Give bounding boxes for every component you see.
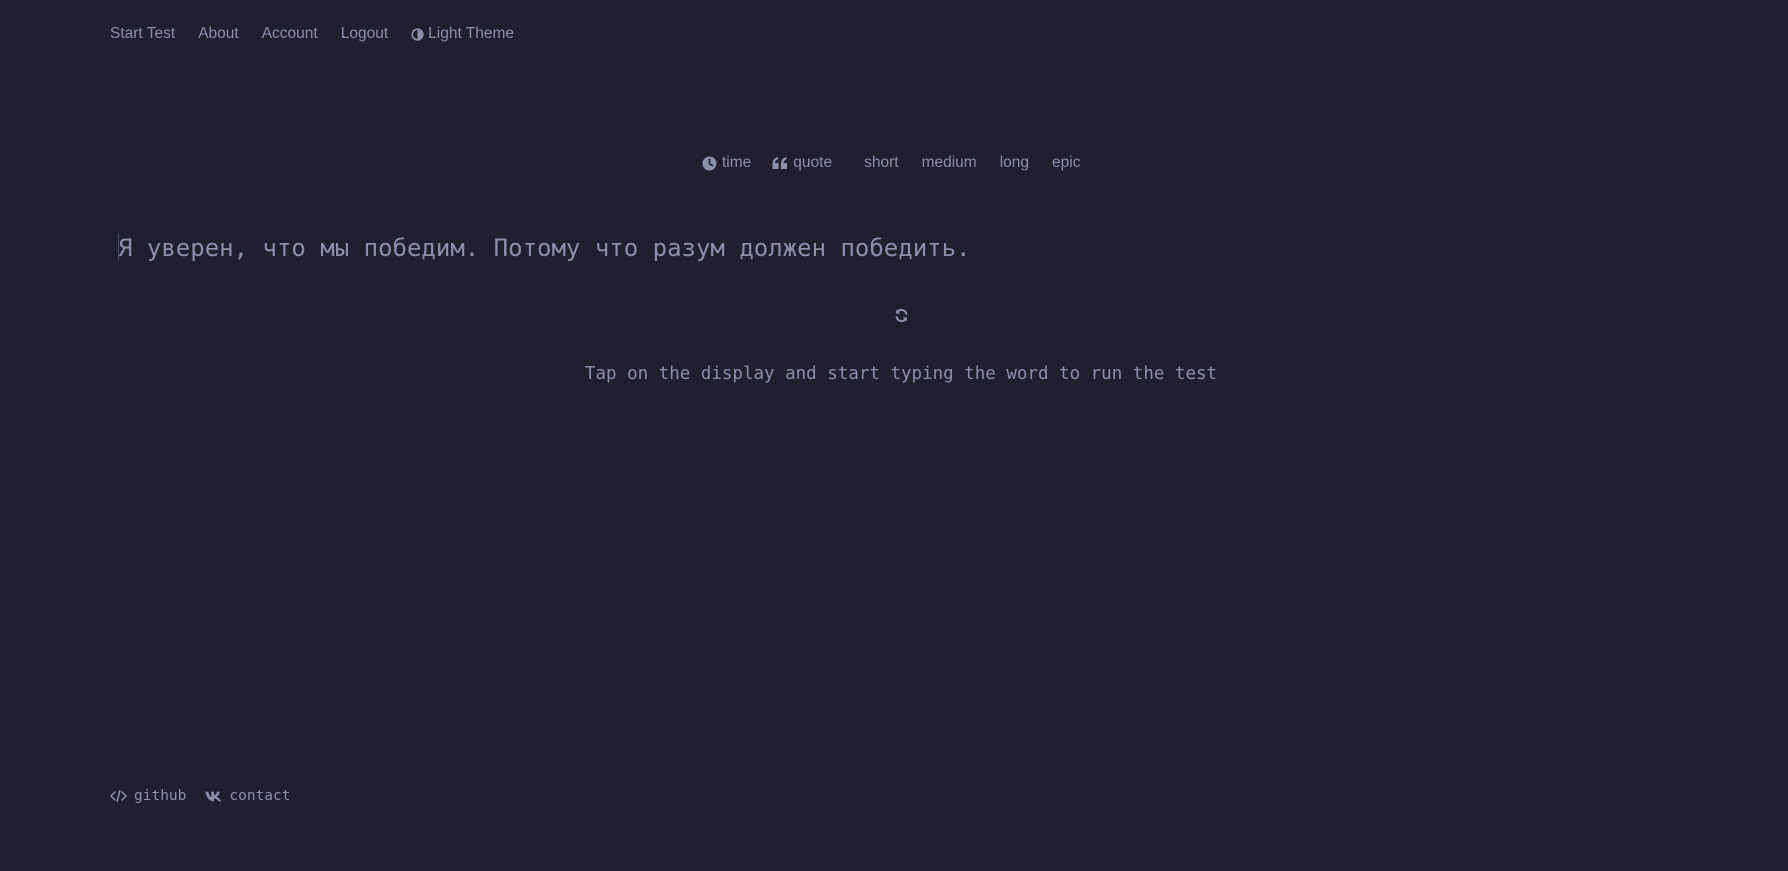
hint-text-row: Tap on the display and start typing the … (0, 364, 1788, 386)
theme-toggle-label: Light Theme (428, 25, 515, 42)
length-long[interactable]: long (1000, 154, 1029, 172)
footer-github-label: github (134, 788, 187, 804)
clock-icon (702, 156, 717, 171)
mode-quote[interactable]: quote (772, 154, 832, 172)
mode-selector: time quote short medium long epic (702, 152, 1080, 174)
hint-text: Tap on the display and start typing the … (584, 364, 1218, 384)
quote-icon (772, 156, 788, 170)
nav-logout[interactable]: Logout (341, 25, 388, 43)
footer-github-link[interactable]: github (110, 788, 186, 804)
code-icon (110, 790, 127, 802)
length-short[interactable]: short (864, 154, 898, 172)
mode-time-label: time (722, 154, 752, 171)
nav-about[interactable]: About (198, 25, 239, 43)
restart-button[interactable] (893, 307, 909, 323)
half-circle-icon (411, 27, 424, 41)
nav-account[interactable]: Account (262, 25, 318, 43)
footer: github contact (110, 785, 310, 807)
length-epic[interactable]: epic (1052, 154, 1080, 172)
mode-time[interactable]: time (702, 154, 751, 172)
length-medium[interactable]: medium (922, 154, 977, 172)
mode-quote-label: quote (793, 154, 833, 171)
top-nav: Start Test About Account Logout Light Th… (110, 22, 537, 46)
theme-toggle[interactable]: Light Theme (411, 25, 514, 43)
quote-text[interactable]: Я уверен, что мы победим. Потому что раз… (118, 230, 971, 266)
refresh-icon (894, 308, 909, 323)
footer-contact-link[interactable]: contact (205, 788, 291, 804)
vk-icon (205, 791, 222, 802)
nav-start-test[interactable]: Start Test (110, 25, 175, 43)
footer-contact-label: contact (229, 788, 291, 804)
